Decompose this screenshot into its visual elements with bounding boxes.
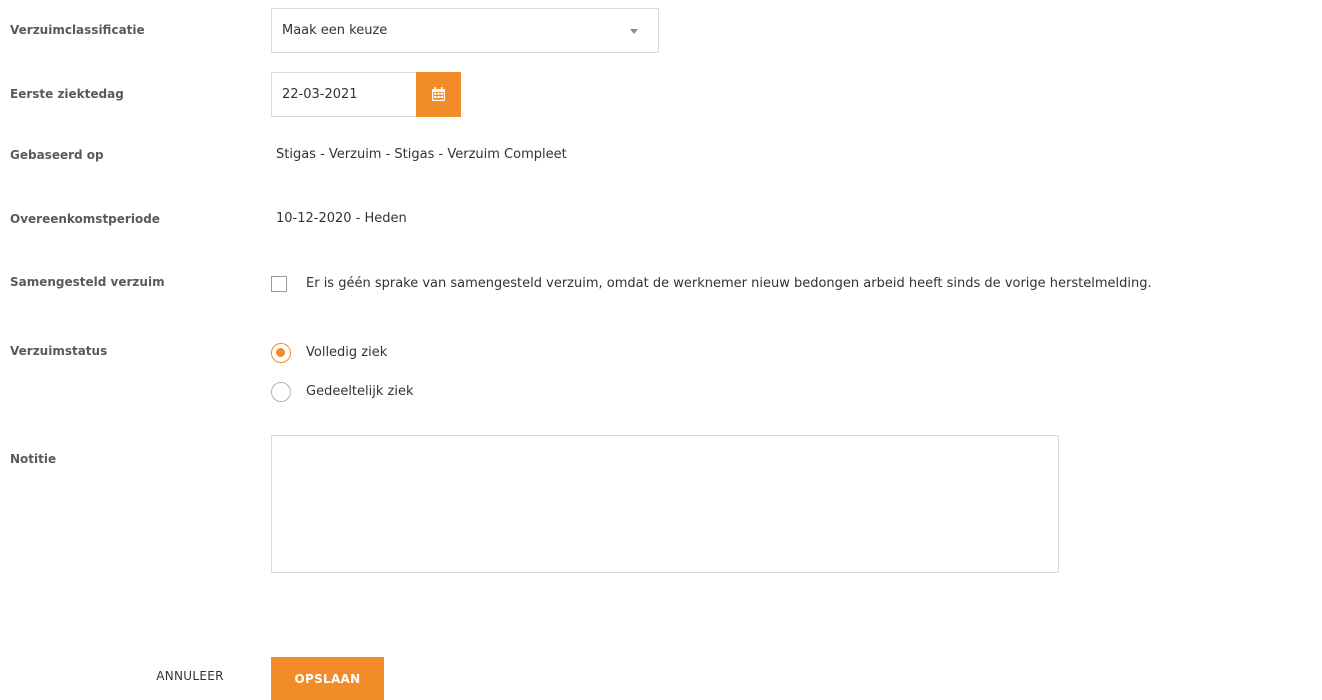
samengesteld-verzuim-checkbox[interactable] (271, 276, 287, 292)
gebaseerd-op-value: Stigas - Verzuim - Stigas - Verzuim Comp… (276, 147, 567, 162)
absence-report-form: Verzuimclassificatie Maak een keuze Eers… (0, 0, 1322, 700)
verzuimstatus-label: Verzuimstatus (10, 344, 108, 358)
cancel-button[interactable]: ANNULEER (120, 657, 260, 693)
overeenkomstperiode-label: Overeenkomstperiode (10, 212, 160, 226)
calendar-button[interactable] (416, 72, 461, 117)
eerste-ziektedag-datepicker (271, 72, 461, 117)
samengesteld-verzuim-label: Samengesteld verzuim (10, 275, 165, 289)
samengesteld-verzuim-checkbox-label[interactable]: Er is géén sprake van samengesteld verzu… (306, 276, 1152, 291)
gebaseerd-op-label: Gebaseerd op (10, 148, 104, 162)
eerste-ziektedag-label: Eerste ziektedag (10, 87, 124, 101)
overeenkomstperiode-value: 10-12-2020 - Heden (276, 211, 407, 226)
radio-volledig-ziek[interactable] (271, 343, 291, 363)
verzuimclassificatie-label: Verzuimclassificatie (10, 23, 145, 37)
save-button[interactable]: OPSLAAN (271, 657, 384, 700)
verzuimclassificatie-selected-value: Maak een keuze (282, 23, 388, 38)
caret-down-icon (630, 29, 638, 34)
radio-gedeeltelijk-ziek[interactable] (271, 382, 291, 402)
calendar-icon (432, 87, 445, 101)
notitie-label: Notitie (10, 452, 57, 466)
eerste-ziektedag-input[interactable] (271, 72, 416, 117)
verzuimclassificatie-select[interactable]: Maak een keuze (271, 8, 659, 53)
radio-gedeeltelijk-ziek-label[interactable]: Gedeeltelijk ziek (306, 384, 414, 399)
radio-volledig-ziek-label[interactable]: Volledig ziek (306, 345, 387, 360)
notitie-textarea[interactable] (271, 435, 1059, 573)
